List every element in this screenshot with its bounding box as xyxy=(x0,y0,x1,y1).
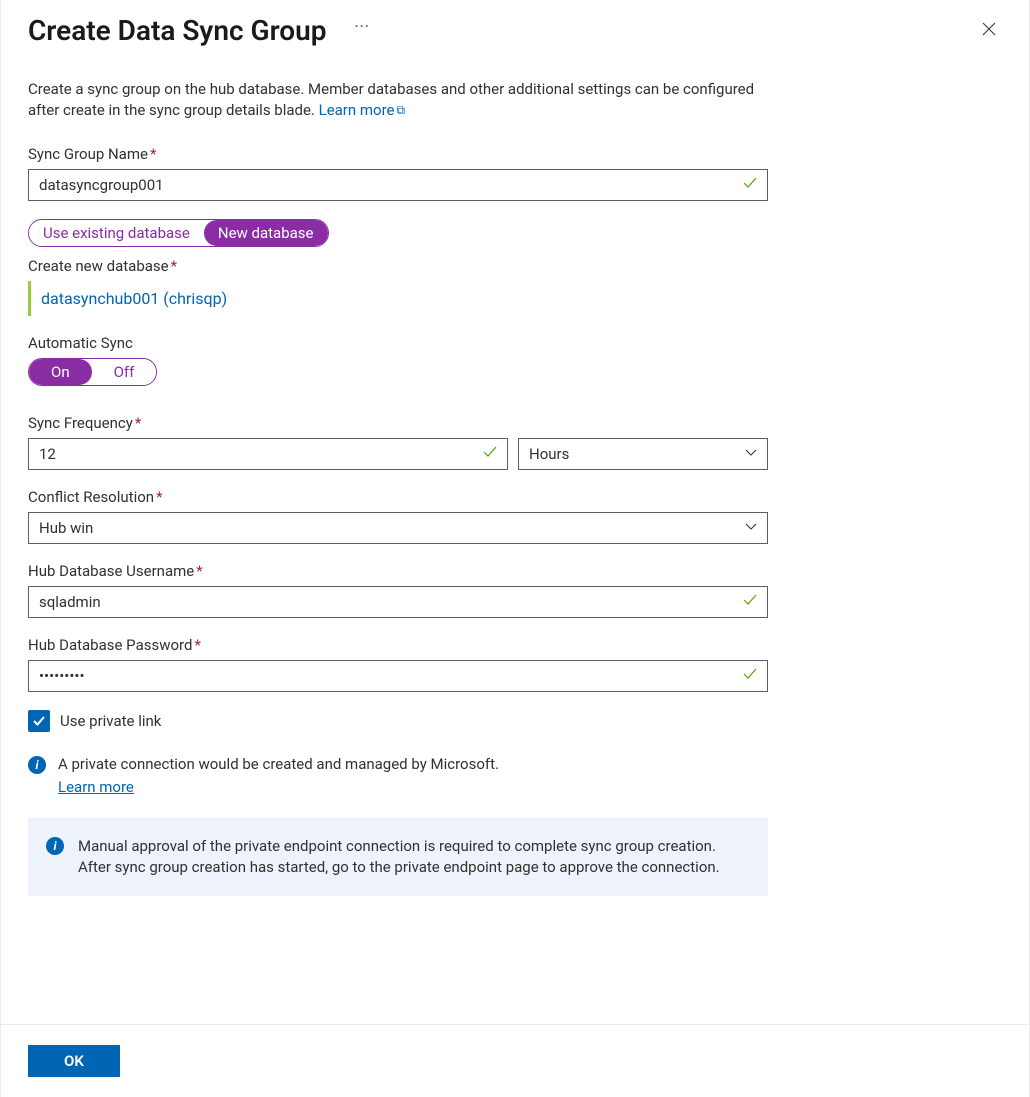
automatic-sync-toggle: On Off xyxy=(28,358,157,386)
conflict-resolution-label: Conflict Resolution* xyxy=(28,488,768,506)
close-icon xyxy=(982,22,996,36)
learn-more-link[interactable]: Learn more⧉ xyxy=(319,101,405,119)
info-icon: i xyxy=(28,756,46,774)
external-link-icon: ⧉ xyxy=(397,102,406,119)
private-link-info-text: A private connection would be created an… xyxy=(58,754,499,798)
sync-group-name-input[interactable] xyxy=(28,169,768,201)
info-icon: i xyxy=(46,837,64,855)
approval-callout-text: Manual approval of the private endpoint … xyxy=(78,836,748,878)
ok-button[interactable]: OK xyxy=(28,1045,120,1077)
sync-group-name-label: Sync Group Name* xyxy=(28,145,768,163)
auto-sync-on-option[interactable]: On xyxy=(29,359,92,385)
private-link-learn-more-link[interactable]: Learn more xyxy=(58,777,499,798)
more-icon[interactable]: ··· xyxy=(355,19,370,35)
auto-sync-off-option[interactable]: Off xyxy=(92,359,157,385)
use-existing-database-option[interactable]: Use existing database xyxy=(29,220,204,246)
database-link-row: datasynchub001 (chrisqp) xyxy=(28,281,1002,316)
sync-frequency-input[interactable] xyxy=(28,438,508,470)
hub-username-input[interactable] xyxy=(28,586,768,618)
sync-frequency-unit-select[interactable]: Hours xyxy=(518,438,768,470)
sync-frequency-label: Sync Frequency* xyxy=(28,414,768,432)
new-database-link[interactable]: datasynchub001 (chrisqp) xyxy=(41,289,227,308)
conflict-resolution-select[interactable]: Hub win xyxy=(28,512,768,544)
use-private-link-label: Use private link xyxy=(60,712,161,730)
checkmark-icon xyxy=(32,714,46,728)
page-title: Create Data Sync Group xyxy=(28,14,327,47)
hub-password-input[interactable] xyxy=(28,660,768,692)
new-database-option[interactable]: New database xyxy=(204,220,328,246)
database-toggle: Use existing database New database xyxy=(28,219,329,247)
close-button[interactable] xyxy=(976,16,1002,45)
hub-password-label: Hub Database Password* xyxy=(28,636,768,654)
create-new-database-label: Create new database* xyxy=(28,257,768,275)
use-private-link-checkbox[interactable] xyxy=(28,710,50,732)
intro-text: Create a sync group on the hub database.… xyxy=(28,79,788,121)
approval-callout: i Manual approval of the private endpoin… xyxy=(28,818,768,896)
automatic-sync-label: Automatic Sync xyxy=(28,334,768,352)
hub-username-label: Hub Database Username* xyxy=(28,562,768,580)
